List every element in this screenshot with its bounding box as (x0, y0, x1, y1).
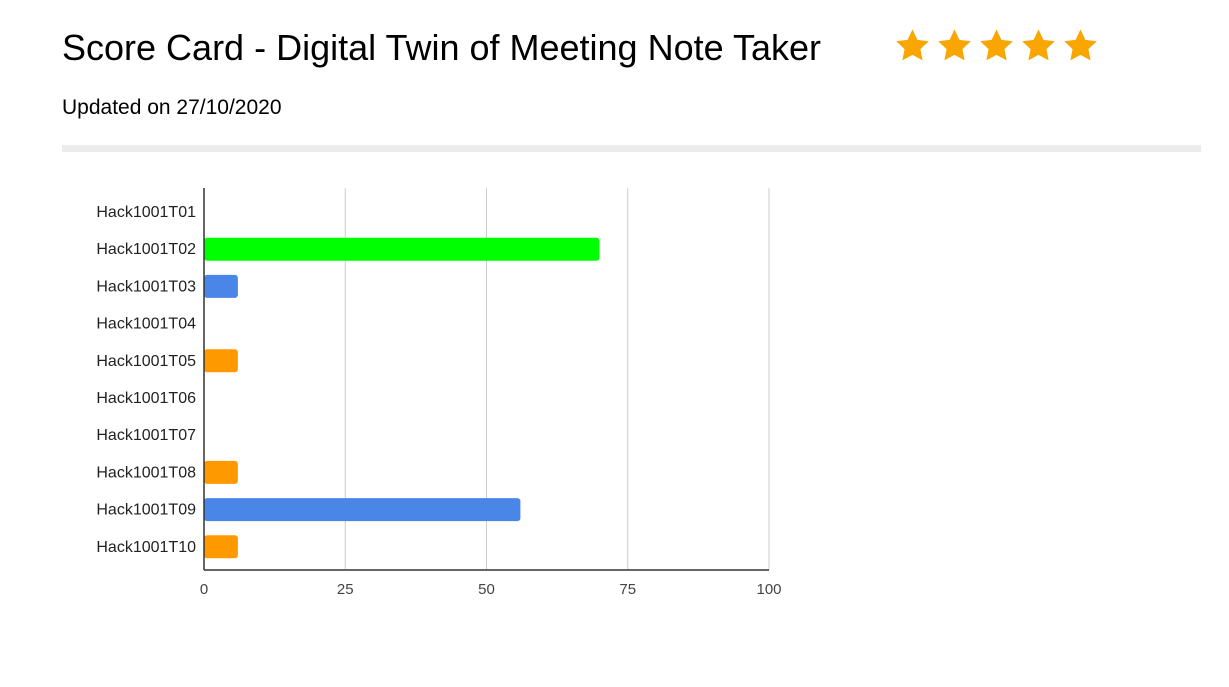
bar (204, 535, 238, 559)
x-tick-label: 50 (478, 581, 495, 598)
star-icon (896, 29, 929, 61)
category-label: Hack1001T02 (96, 241, 196, 258)
category-label: Hack1001T06 (96, 390, 196, 407)
star-rating (893, 27, 1100, 65)
bar (204, 498, 521, 522)
category-label: Hack1001T09 (96, 502, 196, 519)
bar (204, 349, 238, 373)
chart-svg: Hack1001T01 Hack1001T02 Hack1001T03 Hack100… (96, 188, 782, 598)
star-icon (980, 29, 1013, 61)
x-tick-label: 100 (756, 581, 781, 598)
bar (204, 274, 238, 298)
x-tick-label: 75 (619, 581, 636, 598)
page-title: Score Card - Digital Twin of Meeting Not… (62, 27, 822, 68)
category-label: Hack1001T08 (96, 464, 196, 481)
category-label: Hack1001T03 (96, 278, 196, 295)
category-label: Hack1001T05 (96, 353, 196, 370)
bar (204, 237, 600, 261)
category-label: Hack1001T04 (96, 316, 196, 333)
star-icon (1064, 29, 1097, 61)
star-icon (938, 29, 971, 61)
star-icon (1022, 29, 1055, 61)
x-tick-labels: 0 25 50 75 100 (200, 581, 782, 598)
x-tick-label: 0 (200, 581, 208, 598)
bars (204, 237, 600, 559)
category-label: Hack1001T10 (96, 539, 196, 556)
score-bar-chart: Hack1001T01 Hack1001T02 Hack1001T03 Hack100… (60, 180, 820, 610)
updated-date: Updated on 27/10/2020 (62, 96, 282, 119)
category-label: Hack1001T01 (96, 204, 196, 221)
category-labels: Hack1001T01 Hack1001T02 Hack1001T03 Hack100… (96, 204, 196, 556)
x-tick-label: 25 (337, 581, 354, 598)
category-label: Hack1001T07 (96, 427, 196, 444)
bar (204, 460, 238, 484)
divider (62, 145, 1201, 152)
